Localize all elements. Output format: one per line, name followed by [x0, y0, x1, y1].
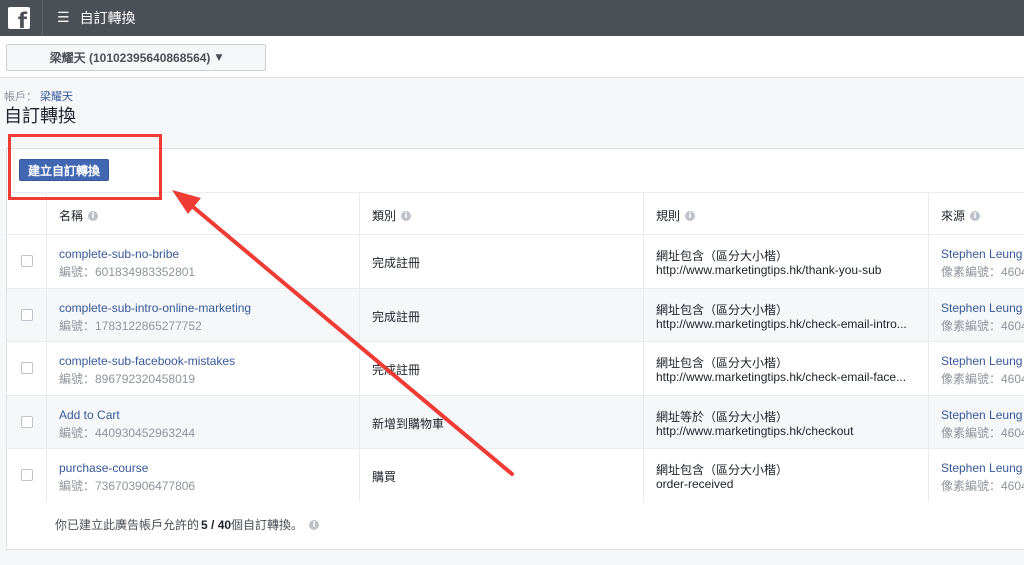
info-icon[interactable]: i	[309, 519, 320, 530]
conversion-category: 新增到購物車	[372, 416, 445, 431]
conversion-name-link[interactable]: purchase-course	[59, 461, 148, 475]
source-name-link[interactable]: Stephen Leung	[941, 354, 1022, 368]
header-category-label: 類別	[372, 209, 397, 223]
facebook-logo-icon[interactable]: f	[8, 7, 30, 29]
info-icon[interactable]: i	[401, 210, 412, 221]
conversion-id: 編號：896792320458019	[59, 372, 196, 386]
rule-url: http://www.marketingtips.hk/thank-you-su…	[656, 263, 882, 277]
conversion-name-link[interactable]: complete-sub-intro-online-marketing	[59, 301, 251, 315]
rule-url: http://www.marketingtips.hk/check-email-…	[656, 370, 907, 384]
account-bar: 梁耀天 (10102395640868564) ▼	[0, 36, 1024, 78]
source-pixel-id: 像素編號：4604	[941, 318, 1024, 333]
rule-type: 網址等於（區分大小楷）	[656, 409, 789, 424]
top-bar-divider	[42, 0, 43, 36]
info-icon[interactable]: i	[88, 210, 99, 221]
header-source-label: 來源	[941, 209, 966, 223]
page-title: 自訂轉換	[4, 106, 76, 126]
info-icon[interactable]: i	[685, 210, 696, 221]
footer-suffix: 個自訂轉換。	[231, 518, 304, 532]
row-checkbox[interactable]	[21, 308, 33, 321]
account-selector-label: 梁耀天 (10102395640868564)	[49, 51, 211, 65]
row-checkbox[interactable]	[21, 469, 33, 481]
rule-url: order-received	[656, 477, 734, 491]
rule-type: 網址包含（區分大小楷）	[656, 463, 789, 477]
conversion-id: 編號：1783122865277752	[59, 318, 202, 333]
row-checkbox[interactable]	[21, 415, 33, 428]
header-category[interactable]: 類別 i	[360, 193, 644, 234]
top-bar: f ☰ 自訂轉換	[0, 0, 1024, 36]
hamburger-menu-icon[interactable]: ☰	[57, 11, 70, 25]
row-checkbox[interactable]	[21, 362, 33, 374]
source-name-link[interactable]: Stephen Leung	[941, 461, 1022, 475]
rule-type: 網址包含（區分大小楷）	[656, 356, 789, 370]
conversion-category: 購買	[372, 470, 397, 484]
conversion-category: 完成註冊	[372, 256, 421, 270]
table-row[interactable]: Add to Cart 編號：440930452963244 新增到購物車 網址等…	[7, 394, 1024, 448]
conversion-id: 編號：736703906477806	[59, 479, 196, 493]
conversion-name-link[interactable]: complete-sub-no-bribe	[59, 247, 179, 261]
account-selector-dropdown[interactable]: 梁耀天 (10102395640868564) ▼	[6, 44, 266, 71]
table-row[interactable]: purchase-course 編號：736703906477806 購買 網址包…	[7, 448, 1024, 502]
table-row[interactable]: complete-sub-intro-online-marketing 編號：17…	[7, 287, 1024, 341]
custom-conversions-panel: 建立自訂轉換 名稱 i 類別 i 規則 i 來源 i complete-sub-no-b…	[6, 148, 1024, 550]
footer-prefix: 你已建立此廣告帳戶允許的	[55, 518, 200, 532]
source-pixel-id: 像素編號：4604	[941, 479, 1024, 493]
source-pixel-id: 像素編號：4604	[941, 265, 1024, 279]
rule-url: http://www.marketingtips.hk/checkout	[656, 423, 854, 438]
source-pixel-id: 像素編號：4604	[941, 372, 1024, 386]
info-icon[interactable]: i	[970, 210, 981, 221]
rule-type: 網址包含（區分大小楷）	[656, 249, 789, 263]
conversion-id: 編號：601834983352801	[59, 265, 196, 279]
table-row[interactable]: complete-sub-no-bribe 編號：601834983352801 …	[7, 234, 1024, 288]
conversion-name-link[interactable]: complete-sub-facebook-mistakes	[59, 354, 235, 368]
source-name-link[interactable]: Stephen Leung	[941, 301, 1022, 315]
conversion-category: 完成註冊	[372, 363, 421, 377]
footer-count: 5 / 40	[201, 517, 232, 532]
row-checkbox[interactable]	[21, 255, 33, 267]
header-source[interactable]: 來源 i	[929, 193, 1024, 234]
top-bar-title: 自訂轉換	[79, 10, 136, 26]
conversion-name-link[interactable]: Add to Cart	[59, 408, 120, 422]
header-rule[interactable]: 規則 i	[644, 193, 929, 234]
custom-conversions-table: 名稱 i 類別 i 規則 i 來源 i complete-sub-no-bribe 編號：…	[7, 192, 1024, 502]
rule-type: 網址包含（區分大小楷）	[656, 302, 789, 317]
source-pixel-id: 像素編號：4604	[941, 425, 1024, 440]
conversion-category: 完成註冊	[372, 309, 421, 324]
rule-url: http://www.marketingtips.hk/check-email-…	[656, 316, 907, 331]
conversion-limit-footer: 你已建立此廣告帳戶允許的 5 / 40 個自訂轉換。 i	[55, 516, 320, 533]
conversion-id: 編號：440930452963244	[59, 425, 196, 440]
chevron-down-icon: ▼	[215, 52, 223, 63]
header-rule-label: 規則	[656, 209, 681, 223]
annotation-highlight-box	[8, 134, 162, 200]
header-name-label: 名稱	[59, 209, 84, 223]
source-name-link[interactable]: Stephen Leung	[941, 247, 1022, 261]
table-row[interactable]: complete-sub-facebook-mistakes 編號：8967923…	[7, 341, 1024, 395]
source-name-link[interactable]: Stephen Leung	[941, 408, 1022, 422]
